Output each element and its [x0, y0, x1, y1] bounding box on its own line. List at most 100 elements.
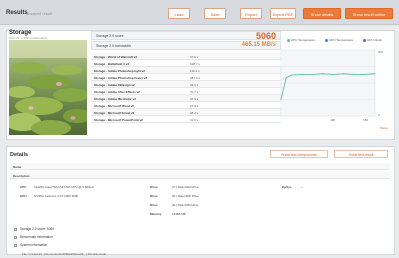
legend-swatch-icon	[287, 38, 290, 42]
table-row: Storage - World of Warcraft v2 37.6 s	[91, 53, 281, 60]
show-test-result-button[interactable]: Show test result	[334, 150, 388, 158]
chart-show-button[interactable]: Show	[380, 126, 388, 130]
tree-item-system-info[interactable]: System information	[14, 243, 47, 247]
test-value: 37.6 s	[190, 54, 199, 59]
tree-item-score[interactable]: Storage 2.0 score: 5060	[14, 227, 54, 231]
export-button[interactable]: Export	[240, 8, 262, 19]
chart-plot: 400 0 100 150	[280, 49, 383, 122]
test-name: Storage - Adobe Illustrator v2	[94, 96, 136, 101]
show-details-button[interactable]: Show details	[303, 8, 341, 19]
test-name: Storage - Microsoft Word v2	[94, 103, 134, 108]
test-value: 29.1 s	[190, 82, 199, 87]
legend-item[interactable]: GPU Clock	[363, 38, 382, 42]
data-point	[311, 73, 313, 75]
test-name: Storage - Adobe Photoshop light v2	[94, 68, 145, 73]
y-tick-label: 400	[378, 50, 383, 54]
table-row: Storage - Adobe Illustrator v2 37.9 s	[91, 95, 281, 102]
save-button[interactable]: Save	[204, 8, 226, 19]
memory-value: 16384 MB	[172, 212, 186, 216]
test-value: 108.7 s	[190, 61, 200, 66]
x-tick-label: 100	[330, 118, 335, 122]
table-row: Storage - Adobe InDesign v2 29.1 s	[91, 81, 281, 88]
expand-icon[interactable]	[14, 235, 17, 239]
storage-score-row: Storage 2.0 score 5060	[91, 31, 281, 41]
opsys-label: OpSys	[282, 185, 292, 189]
description-label: Description	[13, 173, 30, 178]
test-value: 27.9 s	[190, 103, 199, 108]
title-bar: Results unsaved result Load Save Export …	[0, 0, 399, 25]
legend-item[interactable]: CPU Temperature	[287, 38, 315, 42]
data-point	[353, 73, 355, 75]
page-title: Results	[6, 10, 28, 16]
storage-score-label: Storage 2.0 score	[96, 34, 124, 38]
page-subtitle: unsaved result	[26, 11, 53, 16]
drive-value-3: (E:) Disk SSD Drive	[172, 203, 199, 207]
memory-label: Memory	[150, 212, 162, 216]
expand-icon[interactable]	[14, 243, 17, 247]
test-value: 119.1 s	[190, 68, 200, 73]
test-name: Storage - World of Warcraft v2	[94, 54, 138, 59]
score-summary: Storage 2.0 score 5060 Storage 2.0 bandw…	[91, 31, 281, 51]
table-row: Storage - Adobe Photoshop heavy v2 287.4 …	[91, 74, 281, 81]
result-file-path: File: C:\Users\[...]\Documents\3DMark\Re…	[22, 252, 107, 256]
drive-value-1: (C:) Disk SSD Drive	[172, 185, 199, 189]
details-description-row: Description	[10, 172, 390, 179]
legend-item[interactable]: GPU Temperature	[325, 38, 353, 42]
table-row: Storage - Microsoft Excel v2 28.2 s	[91, 109, 281, 116]
data-point	[322, 73, 324, 75]
chart-legend: CPU Temperature GPU Temperature GPU Cloc…	[281, 38, 393, 44]
table-row: Storage - Adobe After Effects v2 70.7 s	[91, 88, 281, 95]
export-pdf-button[interactable]: Export PDF	[270, 8, 296, 19]
x-tick-label: 150	[363, 118, 368, 122]
y-tick-label: 0	[378, 113, 380, 117]
legend-swatch-icon	[325, 38, 328, 42]
test-value: 70.7 s	[190, 89, 199, 94]
data-point	[364, 73, 366, 75]
drive-label-2: Drive	[150, 194, 158, 198]
test-value: 41.6 s	[190, 117, 199, 122]
test-name: Storage - Battlefield 3 v2	[94, 61, 130, 66]
table-row: Storage - Adobe Photoshop light v2 119.1 …	[91, 67, 281, 74]
opsys-value: —	[300, 185, 303, 189]
tree-item-benchmark-info[interactable]: Benchmark information	[14, 235, 53, 239]
storage-bandwidth-label: Storage 2.0 bandwidth	[96, 44, 132, 48]
expand-icon[interactable]	[14, 227, 17, 231]
drive-label-3: Drive	[150, 203, 158, 207]
legend-swatch-icon	[363, 38, 366, 42]
data-point	[285, 77, 287, 79]
data-point	[290, 74, 292, 76]
drive-value-2: (D:) Disk HDD Drive	[172, 194, 199, 198]
table-row: Storage - Microsoft Word v2 27.9 s	[91, 102, 281, 109]
test-value: 287.4 s	[190, 75, 200, 80]
storage-header: Storage Test 1/1 in SSD performance	[6, 29, 86, 40]
data-point	[374, 73, 376, 75]
test-value: 37.9 s	[190, 96, 199, 101]
gpu-label: GPU	[20, 194, 27, 198]
monitoring-chart: CPU Temperature GPU Temperature GPU Cloc…	[275, 38, 393, 134]
test-thumbnail-image	[9, 40, 87, 135]
details-title: Details	[10, 152, 29, 158]
gpu-value: NVIDIA GeForce GTX 1060 3GB	[34, 194, 78, 198]
test-results-list: Storage - World of Warcraft v2 37.6 s Sto…	[91, 53, 281, 123]
test-name: Storage - Adobe Photoshop heavy v2	[94, 75, 148, 80]
details-name-row: Name	[10, 163, 390, 170]
name-label: Name	[13, 164, 22, 169]
test-name: Storage - Microsoft Excel v2	[94, 110, 135, 115]
show-result-online-button[interactable]: Show result online	[345, 8, 393, 19]
show-test-components-button[interactable]: Show test components	[270, 150, 328, 158]
table-row: Storage - Microsoft PowerPoint v2 41.6 s	[91, 116, 281, 123]
data-point	[301, 73, 303, 75]
cpu-label: CPU	[20, 185, 27, 189]
storage-bandwidth-value: 465.15 MB/s	[241, 42, 276, 48]
test-name: Storage - Adobe After Effects v2	[94, 89, 140, 94]
data-point	[332, 73, 334, 75]
test-value: 28.2 s	[190, 110, 199, 115]
test-name: Storage - Adobe InDesign v2	[94, 82, 135, 87]
storage-score-value: 5060	[255, 31, 276, 41]
data-point	[280, 99, 282, 100]
load-button[interactable]: Load	[168, 8, 190, 19]
table-row: Storage - Battlefield 3 v2 108.7 s	[91, 60, 281, 67]
test-name: Storage - Microsoft PowerPoint v2	[94, 117, 143, 122]
cpu-value: Intel(R) Core(TM) i7-4770K CPU @ 3.50GHz	[34, 185, 95, 189]
drive-label: Drive	[150, 185, 158, 189]
